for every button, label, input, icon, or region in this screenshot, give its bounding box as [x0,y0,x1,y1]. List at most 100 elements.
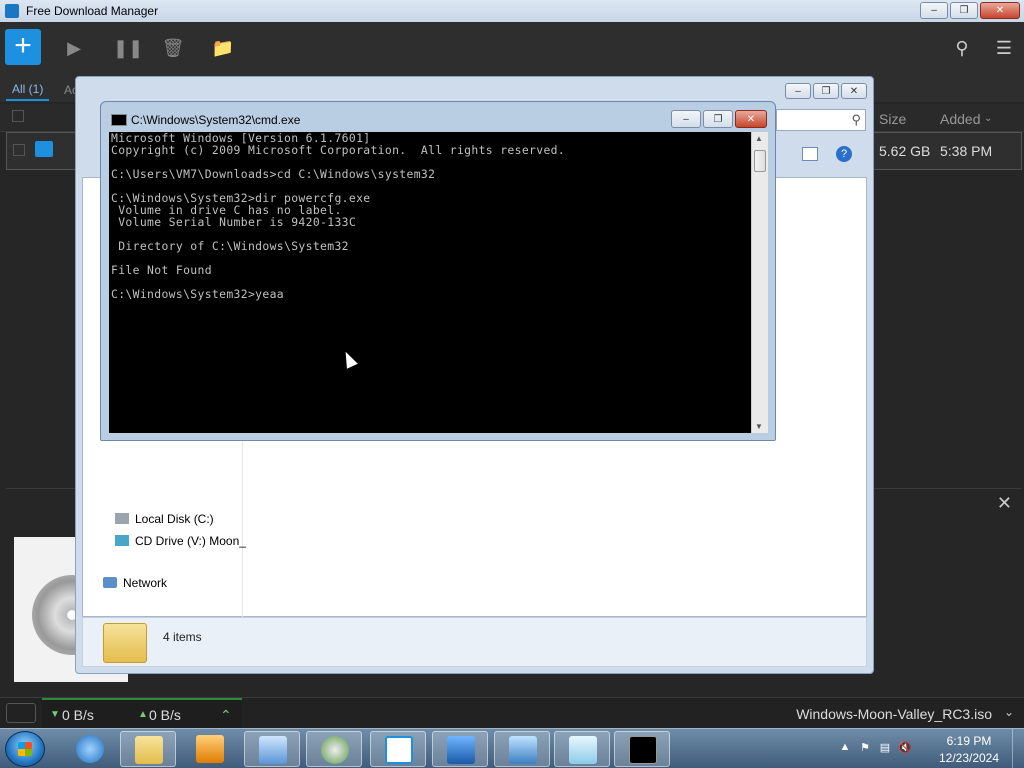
taskbar-screenshot[interactable] [494,731,550,767]
row-added: 5:38 PM [940,143,993,159]
row-size: 5.62 GB [879,143,931,159]
search-input[interactable]: ⚲ [776,109,866,131]
move-folder-icon[interactable]: 📁 [211,36,235,60]
pause-icon[interactable]: ❚❚ [113,36,143,60]
current-file-name: Windows-Moon-Valley_RC3.iso [796,706,992,722]
nav-cd-drive[interactable]: CD Drive (V:) Moon_ [115,534,246,548]
drive-icon [115,513,129,524]
explorer-window-controls: – ❐ ✕ [785,83,867,99]
control-panel-icon [259,736,287,764]
taskbar-fdm[interactable] [370,731,426,767]
explorer-status-bar: 4 items [82,617,867,667]
preview-pane-icon[interactable] [802,147,818,161]
menu-icon[interactable]: ☰ [992,36,1016,60]
media-player-icon [196,735,224,763]
taskbar-control-panel[interactable] [244,731,300,767]
volume-muted-icon[interactable]: 🔇 [898,741,912,755]
speed-indicator[interactable]: ▼ 0 B/s ▲ 0 B/s ⌃ [42,698,242,729]
disc-icon [321,736,349,764]
download-arrow-icon: ▼ [50,709,60,720]
sort-chevron-icon[interactable]: ⌄ [984,113,992,124]
console-scrollbar[interactable]: ▲ ▼ [751,132,768,433]
start-button[interactable] [5,731,45,767]
folder-icon [135,736,163,764]
nav-local-disk[interactable]: Local Disk (C:) [115,512,214,526]
taskbar-ie[interactable] [62,731,118,767]
fdm-window-controls: – ❐ ✕ [920,2,1020,19]
restore-button[interactable]: ❐ [813,83,839,99]
chevron-down-icon[interactable]: ⌄ [1004,705,1014,719]
minimize-button[interactable]: – [920,2,948,19]
fdm-toolbar: + ▶ ❚❚ 🗑 📁 ⚲ ☰ [0,22,1024,76]
cmd-icon [111,114,127,126]
add-download-button[interactable]: + [5,29,41,65]
folder-icon[interactable] [35,141,53,157]
minimize-button[interactable]: – [785,83,811,99]
close-button[interactable]: ✕ [980,2,1020,19]
cmd-window: C:\Windows\System32\cmd.exe – ❐ ✕ Micros… [100,101,776,441]
taskbar-cmd[interactable] [614,731,670,767]
search-icon[interactable]: ⚲ [950,36,974,60]
console-line: C:\Users\VM7\Downloads>cd C:\Windows\sys… [111,167,436,181]
cmd-window-controls: – ❐ ✕ [671,110,767,128]
taskbar-remote-desktop[interactable] [432,731,488,767]
taskbar-disc-tool[interactable] [306,731,362,767]
notepad-icon [569,736,597,764]
network-icon [103,577,117,588]
select-all-checkbox[interactable] [12,110,24,122]
download-speed: 0 B/s [62,707,94,723]
fdm-statusbar: ▼ 0 B/s ▲ 0 B/s ⌃ Windows-Moon-Valley_RC… [0,697,1024,729]
flag-icon[interactable]: ⚑ [858,741,872,755]
cmd-title: C:\Windows\System32\cmd.exe [131,113,301,127]
show-hidden-icons-icon[interactable]: ▲ [838,741,852,755]
image-icon [509,736,537,764]
item-count: 4 items [163,630,202,644]
network-icon[interactable]: ▤ [878,741,892,755]
system-tray: ▲ ⚑ ▤ 🔇 6:19 PM 12/23/2024 [834,729,1024,768]
console-line: File Not Found [111,263,212,277]
fdm-app-icon [5,4,19,18]
console-line: Copyright (c) 2009 Microsoft Corporation… [111,143,566,157]
tab-all[interactable]: All (1) [6,82,50,101]
close-button[interactable]: ✕ [841,83,867,99]
console-line: Directory of C:\Windows\System32 [111,239,349,253]
taskbar: ▲ ⚑ ▤ 🔇 6:19 PM 12/23/2024 [0,728,1024,768]
show-desktop-button[interactable] [1012,729,1024,768]
resume-icon[interactable]: ▶ [62,36,86,60]
cd-drive-icon [115,535,129,546]
nav-network[interactable]: Network [103,576,167,590]
delete-icon[interactable]: 🗑 [161,36,185,60]
explorer-view-toolbar: ? [776,141,866,171]
column-added[interactable]: Added [940,111,980,127]
fdm-title: Free Download Manager [26,4,159,18]
column-size[interactable]: Size [879,111,906,127]
console-line: C:\Windows\System32>yeaa [111,287,284,301]
fdm-titlebar: Free Download Manager – ❐ ✕ [0,0,1024,22]
minimize-button[interactable]: – [671,110,701,128]
nav-local-disk-label: Local Disk (C:) [135,512,214,526]
taskbar-media-player[interactable] [182,731,238,767]
scroll-down-icon[interactable]: ▼ [755,422,763,431]
console-line: Volume Serial Number is 9420-133C [111,215,357,229]
folder-toggle-icon[interactable] [6,703,36,723]
monitor-icon [447,736,475,764]
taskbar-explorer[interactable] [120,731,176,767]
maximize-button[interactable]: ❐ [703,110,733,128]
restore-button[interactable]: ❐ [950,2,978,19]
clock-date[interactable]: 12/23/2024 [934,751,1004,765]
folder-icon [103,623,147,663]
help-icon[interactable]: ? [836,146,852,162]
upload-speed: 0 B/s [149,707,181,723]
console-output[interactable]: Microsoft Windows [Version 6.1.7601] Copy… [109,132,751,433]
cmd-icon [629,736,657,764]
internet-explorer-icon [76,735,104,763]
chevron-up-icon[interactable]: ⌃ [220,707,232,724]
scroll-up-icon[interactable]: ▲ [755,134,763,143]
close-icon[interactable]: ✕ [997,493,1012,514]
row-checkbox[interactable] [13,144,25,156]
clock-time[interactable]: 6:19 PM [934,734,1004,748]
scroll-thumb[interactable] [754,150,766,172]
close-button[interactable]: ✕ [735,110,767,128]
taskbar-notepad[interactable] [554,731,610,767]
nav-network-label: Network [123,576,168,590]
